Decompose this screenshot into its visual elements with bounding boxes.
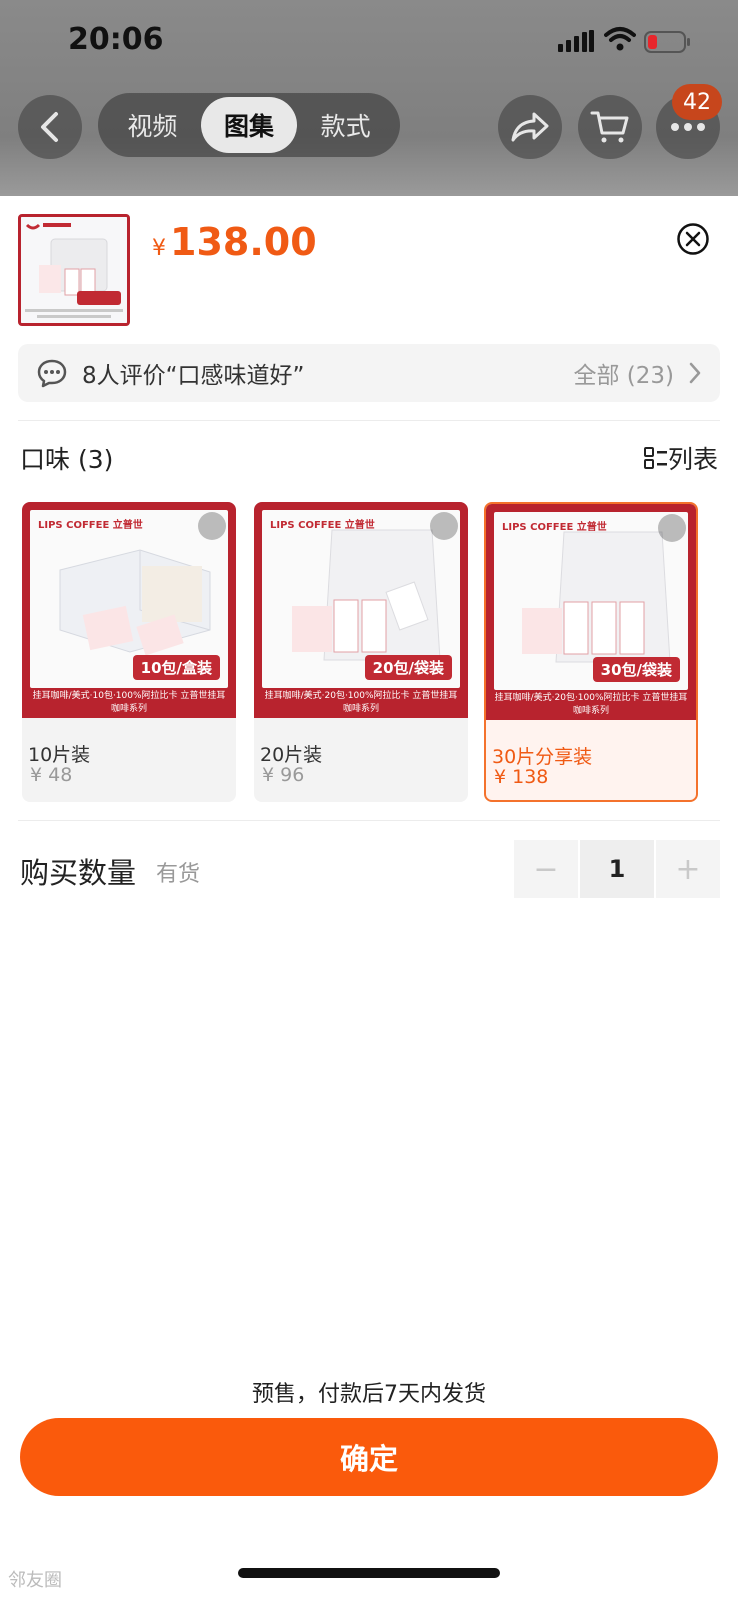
selected-price: ¥ 138.00	[152, 220, 317, 264]
brand-label: LIPS COFFEE 立普世	[38, 520, 143, 531]
option-caption: 挂耳咖啡/美式·20包·100%阿拉比卡 立普世挂耳咖啡系列	[494, 693, 688, 716]
share-icon	[511, 112, 549, 142]
option-name: 20片装	[260, 744, 323, 766]
pack-tag: 20包/袋装	[364, 655, 452, 680]
tab-video[interactable]: 视频	[104, 97, 201, 153]
top-nav-overlay: 20:06 视频 图集 款式 42	[0, 0, 738, 196]
option-name: 10片装	[28, 744, 91, 766]
option-caption: 挂耳咖啡/美式·20包·100%阿拉比卡 立普世挂耳咖啡系列	[264, 691, 458, 714]
cart-count-badge: 42	[672, 84, 722, 120]
expand-image-icon[interactable]	[198, 512, 226, 540]
list-view-icon	[643, 447, 667, 469]
chevron-left-icon	[41, 112, 58, 142]
cart-button[interactable]	[578, 95, 642, 159]
all-reviews-link[interactable]: 全部 (23)	[573, 356, 674, 390]
stock-status: 有货	[156, 862, 201, 887]
wifi-icon	[604, 27, 636, 51]
decrement-button[interactable]: −	[514, 840, 578, 898]
brand-label: LIPS COFFEE 立普世	[502, 522, 607, 533]
quantity-stepper: − 1 +	[514, 840, 720, 898]
option-image: LIPS COFFEE 立普世 30包/袋装 挂耳咖啡/美式·20包·100%阿…	[486, 504, 696, 720]
tab-gallery[interactable]: 图集	[200, 97, 298, 153]
share-button[interactable]	[498, 95, 562, 159]
sku-selector-sheet: ¥ 138.00 8人评价“口感味道好” 全部 (23) 口味 (3) 列表 L…	[0, 196, 738, 1600]
cellular-signal-icon	[558, 30, 594, 52]
confirm-button[interactable]: 确定	[20, 1418, 718, 1496]
media-tabs: 视频 图集 款式	[98, 93, 400, 157]
more-dots-icon	[671, 123, 705, 131]
section-divider	[18, 420, 720, 421]
watermark: 邻友圈	[8, 1570, 62, 1591]
option-price: ¥ 48	[30, 764, 73, 786]
back-button[interactable]	[18, 95, 82, 159]
flavor-option-30-selected[interactable]: LIPS COFFEE 立普世 30包/袋装 挂耳咖啡/美式·20包·100%阿…	[484, 502, 698, 802]
review-summary-text: 8人评价“口感味道好”	[82, 363, 305, 389]
price-value: 138.00	[170, 220, 317, 264]
list-view-toggle[interactable]: 列表	[643, 440, 718, 476]
home-indicator[interactable]	[238, 1568, 500, 1578]
pack-tag: 30包/袋装	[592, 657, 680, 682]
battery-icon	[644, 31, 690, 53]
close-icon[interactable]	[676, 222, 710, 256]
increment-button[interactable]: +	[656, 840, 720, 898]
flavor-option-10[interactable]: LIPS COFFEE 立普世 10包/盒装 挂耳咖啡/美式·10包·100%阿…	[22, 502, 236, 802]
product-thumbnail[interactable]	[18, 214, 130, 326]
section-divider	[18, 820, 720, 821]
expand-image-icon[interactable]	[430, 512, 458, 540]
presale-notice: 预售，付款后7天内发货	[252, 1382, 486, 1407]
list-view-label: 列表	[667, 445, 718, 474]
brand-label: LIPS COFFEE 立普世	[270, 520, 375, 531]
flavor-option-20[interactable]: LIPS COFFEE 立普世 20包/袋装 挂耳咖啡/美式·20包·100%阿…	[254, 502, 468, 802]
quantity-value[interactable]: 1	[580, 840, 654, 898]
option-price: ¥ 138	[494, 766, 549, 788]
comment-icon	[37, 359, 67, 388]
product-thumbnail-image	[21, 217, 127, 323]
option-name: 30片分享装	[492, 746, 593, 768]
status-time: 20:06	[68, 22, 164, 57]
option-image: LIPS COFFEE 立普世 20包/袋装 挂耳咖啡/美式·20包·100%阿…	[254, 502, 468, 718]
cart-icon	[590, 111, 629, 143]
option-caption: 挂耳咖啡/美式·10包·100%阿拉比卡 立普世挂耳咖啡系列	[32, 691, 226, 714]
review-summary-bar[interactable]: 8人评价“口感味道好” 全部 (23)	[18, 344, 720, 402]
chevron-right-icon	[689, 362, 701, 384]
expand-image-icon[interactable]	[658, 514, 686, 542]
quantity-label: 购买数量	[20, 856, 137, 890]
option-price: ¥ 96	[262, 764, 305, 786]
pack-tag: 10包/盒装	[132, 655, 220, 680]
flavor-section-title: 口味 (3)	[20, 445, 114, 474]
tab-style[interactable]: 款式	[297, 97, 394, 153]
option-image: LIPS COFFEE 立普世 10包/盒装 挂耳咖啡/美式·10包·100%阿…	[22, 502, 236, 718]
currency-symbol: ¥	[152, 236, 166, 261]
